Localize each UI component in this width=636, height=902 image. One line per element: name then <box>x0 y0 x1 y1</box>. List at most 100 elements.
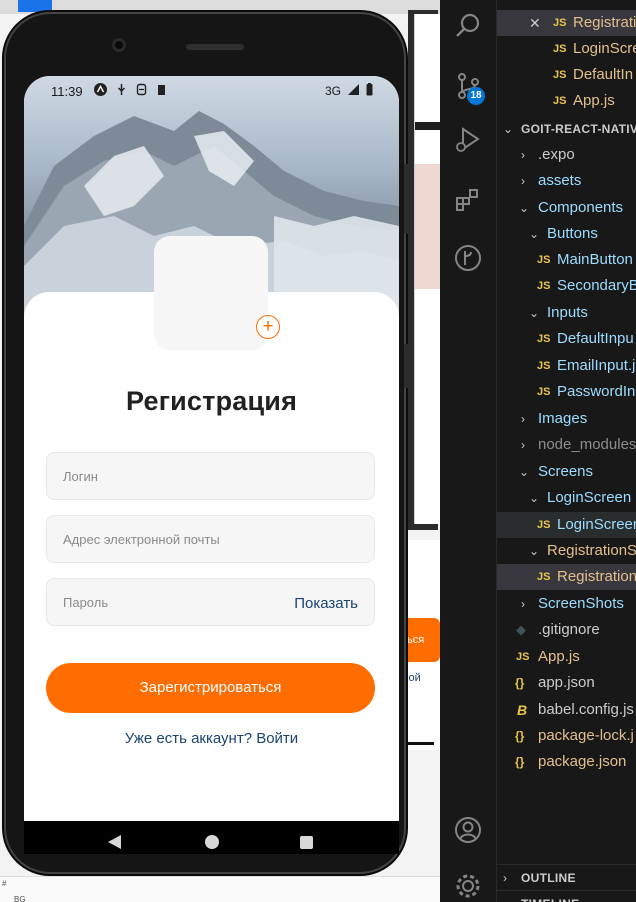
tree-folder[interactable]: ⌄ Inputs <box>497 300 636 326</box>
tree-label: DefaultInpu <box>557 330 634 347</box>
js-file-icon: JS <box>537 254 551 266</box>
js-file-icon: JS <box>553 95 567 107</box>
tree-label: assets <box>538 172 582 189</box>
tree-file[interactable]: {} package-lock.j <box>497 723 636 749</box>
home-icon[interactable] <box>205 835 219 849</box>
register-button[interactable]: Зарегистрироваться <box>46 663 375 713</box>
login-input[interactable] <box>47 453 374 499</box>
chevron-down-icon: ⌄ <box>529 544 540 558</box>
tree-file[interactable]: JS DefaultInpu <box>497 326 636 352</box>
tree-label: Registration <box>557 568 636 585</box>
tree-label: Screens <box>538 463 594 480</box>
js-file-icon: JS <box>537 333 551 345</box>
back-icon[interactable] <box>108 835 121 849</box>
registration-form <box>24 292 399 854</box>
outline-section[interactable]: › OUTLINE <box>497 864 636 890</box>
tree-label: SecondaryB <box>557 277 636 294</box>
chevron-right-icon: › <box>521 148 525 162</box>
chevron-right-icon: › <box>521 597 525 611</box>
tree-label: Components <box>538 199 624 216</box>
tree-file[interactable]: JS SecondaryB <box>497 273 636 299</box>
layer-hash: # <box>2 879 7 888</box>
status-time: 11:39 <box>51 84 83 99</box>
tree-folder[interactable]: › assets <box>497 168 636 194</box>
tree-label: LoginScreen <box>547 489 632 506</box>
tree-folder[interactable]: › Images <box>497 406 636 432</box>
tree-file[interactable]: JS LoginScreen <box>497 512 636 538</box>
tree-folder[interactable]: ⌄ Screens <box>497 459 636 485</box>
settings-gear-icon[interactable] <box>454 872 482 900</box>
git-file-icon: ◆ <box>516 622 526 637</box>
tree-folder[interactable]: › ScreenShots <box>497 591 636 617</box>
chevron-right-icon: › <box>521 174 525 188</box>
chevron-right-icon: › <box>521 412 525 426</box>
json-file-icon: {} <box>515 676 525 690</box>
add-photo-icon[interactable]: + <box>256 315 280 339</box>
tree-folder[interactable]: › node_modules <box>497 432 636 458</box>
timeline-section[interactable]: › TIMELINE <box>497 890 636 902</box>
android-emulator: 11:39 3G + Регистрация Показать Зарегист… <box>4 12 409 874</box>
data-saver-icon <box>136 83 147 96</box>
open-editor-label: DefaultIn <box>573 66 634 83</box>
browser-tab-active[interactable] <box>18 0 52 12</box>
project-header[interactable]: ⌄ GOIT-REACT-NATIV <box>497 116 636 142</box>
email-field[interactable] <box>46 515 375 563</box>
chevron-down-icon: ⌄ <box>529 491 540 505</box>
avatar-placeholder[interactable] <box>154 236 268 350</box>
close-icon[interactable]: ✕ <box>529 10 541 36</box>
scm-badge: 18 <box>467 87 485 105</box>
layer-item[interactable]: BG <box>14 895 26 902</box>
tree-file[interactable]: {} app.json <box>497 670 636 696</box>
js-file-icon: JS <box>553 17 567 29</box>
vscode-activity-bar <box>440 0 496 902</box>
camera-icon <box>112 38 126 52</box>
volume-button[interactable] <box>404 164 409 234</box>
login-field[interactable] <box>46 452 375 500</box>
android-nav-bar <box>24 821 399 854</box>
email-input[interactable] <box>47 516 374 562</box>
js-file-icon: JS <box>537 519 551 531</box>
tree-file[interactable]: Bbabel.config.js <box>497 697 636 723</box>
chevron-down-icon: ⌄ <box>519 465 530 479</box>
tree-label: PasswordInp <box>557 383 636 400</box>
search-icon[interactable] <box>454 12 482 40</box>
power-button[interactable] <box>404 344 409 388</box>
tree-label: .expo <box>538 146 575 163</box>
login-link[interactable]: Уже есть аккаунт? Войти <box>24 730 399 747</box>
timeline-title: TIMELINE <box>521 891 579 902</box>
show-password-button[interactable]: Показать <box>294 595 358 612</box>
tree-label: package-lock.j <box>538 727 634 744</box>
tree-file[interactable]: JS App.js <box>497 644 636 670</box>
chevron-down-icon: ⌄ <box>529 306 540 320</box>
project-title: GOIT-REACT-NATIV <box>521 122 636 136</box>
extensions-icon[interactable] <box>454 186 482 214</box>
tree-folder[interactable]: › .expo <box>497 142 636 168</box>
open-editor-item[interactable]: JS DefaultIn <box>497 62 636 88</box>
tree-folder[interactable]: ⌄ Components <box>497 195 636 221</box>
tree-file-active[interactable]: JS Registration <box>497 564 636 590</box>
run-debug-icon[interactable] <box>454 126 482 154</box>
tree-file[interactable]: JS MainButton <box>497 247 636 273</box>
tree-label: .gitignore <box>538 621 600 638</box>
tree-folder[interactable]: ⌄ LoginScreen <box>497 485 636 511</box>
open-editor-item[interactable]: JS App.js <box>497 88 636 114</box>
chevron-right-icon: › <box>503 871 507 885</box>
account-icon[interactable] <box>454 816 482 844</box>
tree-label: babel.config.js <box>538 701 634 718</box>
tree-folder[interactable]: ⌄ RegistrationS <box>497 538 636 564</box>
open-editor-item[interactable]: ✕ JS Registrati <box>497 10 636 36</box>
recent-apps-icon[interactable] <box>300 836 313 849</box>
tree-file[interactable]: ◆ .gitignore <box>497 617 636 643</box>
tree-file[interactable]: JS PasswordInp <box>497 379 636 405</box>
tree-folder[interactable]: ⌄ Buttons <box>497 221 636 247</box>
password-field[interactable]: Показать <box>46 578 375 626</box>
chevron-right-icon: › <box>503 891 507 902</box>
tree-file[interactable]: {} package.json <box>497 749 636 775</box>
tree-file[interactable]: JS EmailInput.j <box>497 353 636 379</box>
sd-card-icon <box>158 85 165 95</box>
devtools-bar <box>415 122 441 130</box>
open-editor-label: LoginScre <box>573 40 636 57</box>
open-editor-item[interactable]: JS LoginScre <box>497 36 636 62</box>
git-graph-icon[interactable] <box>454 244 482 272</box>
vscode-explorer: ✕ JS Registrati JS LoginScre JS DefaultI… <box>496 0 636 902</box>
